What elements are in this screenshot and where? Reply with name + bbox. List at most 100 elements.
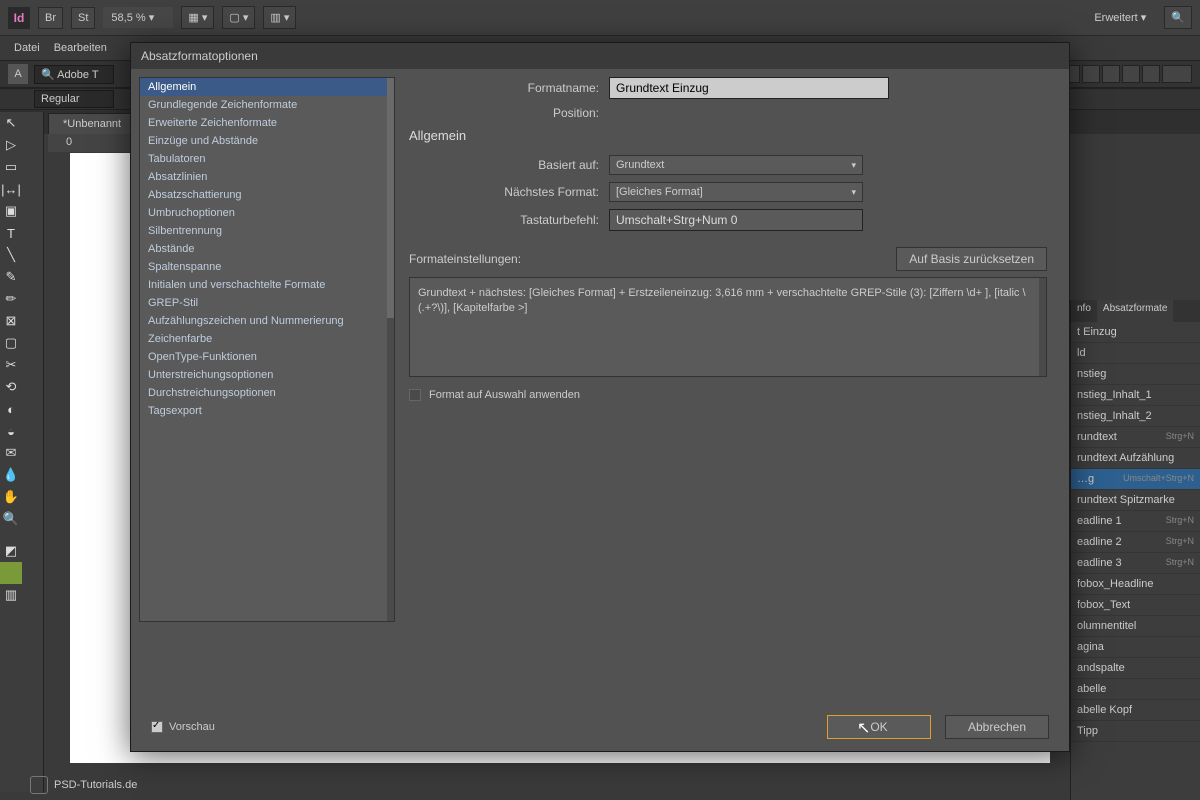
settings-scrollbar[interactable] [1039,278,1046,376]
hand-tool-icon[interactable]: ✋ [0,486,22,508]
align-right-icon[interactable] [1082,65,1100,83]
category-item[interactable]: Initialen und verschachtelte Formate [140,276,394,294]
style-item[interactable]: fobox_Text [1071,595,1200,616]
cancel-button[interactable]: Abbrechen [945,715,1049,739]
based-on-select[interactable]: Grundtext [609,155,863,175]
category-item[interactable]: Durchstreichungsoptionen [140,384,394,402]
style-item[interactable]: agina [1071,637,1200,658]
category-item[interactable]: Aufzählungszeichen und Nummerierung [140,312,394,330]
category-item[interactable]: OpenType-Funktionen [140,348,394,366]
style-item[interactable]: ld [1071,343,1200,364]
category-item[interactable]: Zeichenfarbe [140,330,394,348]
style-item[interactable]: rundtextStrg+N [1071,427,1200,448]
category-item[interactable]: Silbentrennung [140,222,394,240]
style-item[interactable]: nstieg [1071,364,1200,385]
search-icon[interactable]: 🔍 [1164,6,1192,29]
category-item[interactable]: Tabulatoren [140,150,394,168]
scissors-tool-icon[interactable]: ✂ [0,354,22,376]
category-item[interactable]: GREP-Stil [140,294,394,312]
gap-tool-icon[interactable]: |↔| [0,178,22,200]
category-item[interactable]: Abstände [140,240,394,258]
font-weight-field[interactable]: Regular [34,90,114,108]
dialog-footer: Vorschau OK Abbrechen [131,715,1069,739]
apply-to-selection-checkbox [409,389,421,401]
ok-button[interactable]: OK [827,715,931,739]
preview-label: Vorschau [169,721,215,733]
style-item[interactable]: olumnentitel [1071,616,1200,637]
indent-field[interactable] [1162,65,1192,83]
watermark: PSD-Tutorials.de [30,776,137,794]
rectangle-frame-tool-icon[interactable]: ⊠ [0,310,22,332]
type-tool-icon[interactable]: T [0,222,22,244]
apply-to-selection-row: Format auf Auswahl anwenden [409,389,1047,401]
category-scrollbar[interactable] [387,78,394,621]
preview-checkbox[interactable] [151,721,163,733]
style-item[interactable]: eadline 2Strg+N [1071,532,1200,553]
style-item[interactable]: rundtext Spitzmarke [1071,490,1200,511]
style-list: t Einzugldnstiegnstieg_Inhalt_1nstieg_In… [1071,322,1200,742]
menu-file[interactable]: Datei [14,42,40,54]
free-transform-tool-icon[interactable]: ⟲ [0,376,22,398]
workspace-menu[interactable]: Erweitert ▾ [1084,7,1156,28]
style-item[interactable]: rundtext Aufzählung [1071,448,1200,469]
fill-color-swatch[interactable] [0,562,22,584]
style-item[interactable]: eadline 1Strg+N [1071,511,1200,532]
pencil-tool-icon[interactable]: ✏ [0,288,22,310]
fill-stroke-icon[interactable]: ◩ [0,540,22,562]
pen-tool-icon[interactable]: ✎ [0,266,22,288]
style-item[interactable]: t Einzug [1071,322,1200,343]
style-item[interactable]: eadline 3Strg+N [1071,553,1200,574]
zoom-tool-icon[interactable]: 🔍 [0,508,22,530]
gradient-feather-tool-icon[interactable]: ◒ [0,420,22,442]
next-format-select[interactable]: [Gleiches Format] [609,182,863,202]
style-item[interactable]: nstieg_Inhalt_2 [1071,406,1200,427]
category-item[interactable]: Absatzschattierung [140,186,394,204]
line-tool-icon[interactable]: ╲ [0,244,22,266]
panel-tab-info[interactable]: nfo [1071,300,1097,322]
arrange-button[interactable]: ▥ ▾ [263,6,296,29]
character-mode-icon[interactable]: A [8,64,28,84]
style-item[interactable]: abelle [1071,679,1200,700]
category-item[interactable]: Allgemein [140,78,394,96]
formatname-input[interactable] [609,77,889,99]
category-item[interactable]: Erweiterte Zeichenformate [140,114,394,132]
zoom-level[interactable]: 58,5 % ▾ [103,7,173,28]
category-list[interactable]: AllgemeinGrundlegende ZeichenformateErwe… [139,77,395,622]
note-tool-icon[interactable]: ✉ [0,442,22,464]
shortcut-input[interactable] [609,209,863,231]
reset-to-base-button[interactable]: Auf Basis zurücksetzen [896,247,1047,271]
content-collector-icon[interactable]: ▣ [0,200,22,222]
style-item[interactable]: Tipp [1071,721,1200,742]
menu-edit[interactable]: Bearbeiten [54,42,107,54]
justify-last-left-icon[interactable] [1122,65,1140,83]
justify-icon[interactable] [1102,65,1120,83]
bridge-button[interactable]: Br [38,7,63,29]
justify-center-icon[interactable] [1142,65,1160,83]
category-item[interactable]: Absatzlinien [140,168,394,186]
style-item[interactable]: nstieg_Inhalt_1 [1071,385,1200,406]
stock-button[interactable]: St [71,7,95,29]
category-item[interactable]: Grundlegende Zeichenformate [140,96,394,114]
screen-mode-button[interactable]: ▢ ▾ [222,6,255,29]
rectangle-tool-icon[interactable]: ▢ [0,332,22,354]
shortcut-label: Tastaturbefehl: [409,213,599,227]
style-item[interactable]: fobox_Headline [1071,574,1200,595]
gradient-swatch-tool-icon[interactable]: ◐ [0,398,22,420]
category-item[interactable]: Tagsexport [140,402,394,420]
style-item[interactable]: abelle Kopf [1071,700,1200,721]
category-item[interactable]: Einzüge und Abstände [140,132,394,150]
style-item[interactable]: …gUmschalt+Strg+N [1071,469,1200,490]
page-tool-icon[interactable]: ▭ [0,156,22,178]
document-tab[interactable]: *Unbenannt [48,113,136,134]
eyedropper-tool-icon[interactable]: 💧 [0,464,22,486]
selection-tool-icon[interactable]: ↖ [0,112,22,134]
category-item[interactable]: Unterstreichungsoptionen [140,366,394,384]
direct-selection-tool-icon[interactable]: ▷ [0,134,22,156]
category-item[interactable]: Spaltenspanne [140,258,394,276]
view-mode-icon[interactable]: ▥ [0,584,22,606]
font-family-field[interactable]: 🔍 Adobe T [34,65,114,84]
style-item[interactable]: andspalte [1071,658,1200,679]
view-options-button[interactable]: ▦ ▾ [181,6,214,29]
category-item[interactable]: Umbruchoptionen [140,204,394,222]
panel-tab-paragraph-styles[interactable]: Absatzformate [1097,300,1173,322]
